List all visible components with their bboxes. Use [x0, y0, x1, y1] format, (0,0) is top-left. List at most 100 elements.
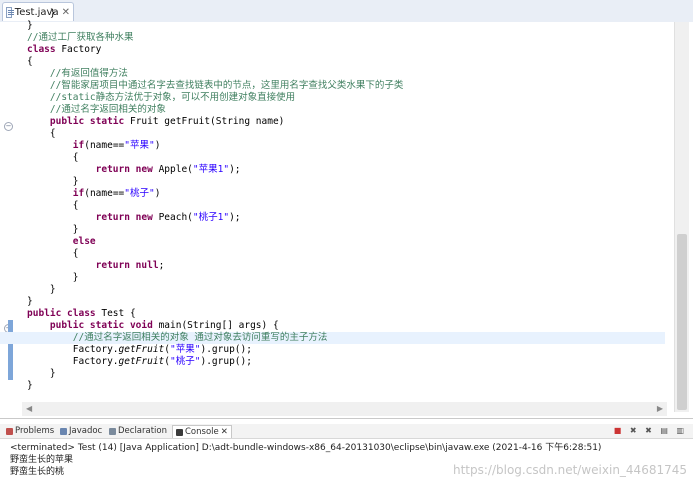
tab-declaration[interactable]: Declaration [109, 425, 167, 437]
keyword-token: return null [95, 260, 159, 271]
code-line[interactable]: else [27, 236, 665, 248]
code-token: Fruit getFruit(String name) [124, 116, 285, 127]
code-line[interactable]: //通过名字返回相关的对象 [27, 104, 665, 116]
change-marker-bar [8, 320, 13, 380]
code-line[interactable]: } [27, 20, 665, 32]
code-token: Factory. [27, 356, 119, 367]
tab-label: Declaration [118, 426, 168, 436]
code-line[interactable]: return null; [27, 260, 665, 272]
code-token: } [27, 176, 79, 187]
code-line[interactable]: if(name=="苹果") [27, 140, 665, 152]
code-line[interactable]: } [27, 272, 665, 284]
terminate-icon[interactable]: ■ [614, 426, 625, 435]
console-toolbar: ■ ✖ ✖ ▤ ▥ [614, 426, 687, 435]
string-token: "苹果" [170, 344, 201, 355]
code-line[interactable]: { [27, 56, 665, 68]
code-line[interactable]: { [27, 128, 665, 140]
code-line[interactable]: //通过工厂获取各种水果 [27, 32, 665, 44]
code-line[interactable]: public class Test { [27, 308, 665, 320]
declaration-icon [109, 427, 116, 435]
code-token: } [27, 284, 56, 295]
code-token: main(String[] args) { [152, 320, 279, 331]
code-token: } [27, 296, 33, 307]
watermark: https://blog.csdn.net/weixin_44681745 [452, 463, 687, 477]
code-token: { [27, 152, 79, 163]
tab-problems[interactable]: Problems [6, 425, 54, 437]
code-token: ); [229, 212, 241, 223]
code-line[interactable]: } [27, 380, 665, 392]
vertical-scrollbar[interactable] [674, 22, 689, 412]
code-line[interactable]: Factory.getFruit("苹果").grup(); [27, 344, 665, 356]
scroll-lock-icon[interactable]: ▥ [676, 426, 687, 435]
close-icon[interactable]: ✕ [221, 426, 228, 438]
code-line[interactable]: public static Fruit getFruit(String name… [27, 116, 665, 128]
code-text[interactable]: }}//通过工厂获取各种水果 class Factory{ //有返回值得方法 /… [0, 8, 665, 392]
keyword-token: class [27, 44, 56, 55]
code-token: Factory [55, 44, 102, 55]
code-line[interactable]: } [27, 368, 665, 380]
code-token: { [27, 248, 79, 259]
string-token: "苹果1" [192, 164, 230, 175]
code-token: ).grup(); [200, 344, 252, 355]
scroll-right-icon[interactable]: ▶ [657, 404, 663, 413]
scroll-left-icon[interactable]: ◀ [26, 404, 32, 413]
remove-launch-icon[interactable]: ✖ [630, 426, 640, 435]
code-line[interactable]: if(name=="桃子") [27, 188, 665, 200]
code-line[interactable]: } [27, 8, 665, 20]
code-line[interactable]: return new Peach("桃子1"); [27, 212, 665, 224]
code-token: } [27, 8, 56, 19]
code-line[interactable]: //智能家居项目中通过名字去查找链表中的节点，这里用名字查找父类水果下的子类 [27, 80, 665, 92]
vertical-scrollbar-thumb[interactable] [677, 234, 687, 410]
comment-token: //通过名字返回相关的对象 通过对象去访问重写的主子方法 [72, 332, 328, 343]
clear-console-icon[interactable]: ▤ [660, 426, 671, 435]
code-token: Test { [95, 308, 136, 319]
code-line[interactable]: Factory.getFruit("桃子").grup(); [27, 356, 665, 368]
code-line[interactable]: //static静态方法优于对象，可以不用创建对象直接使用 [27, 92, 665, 104]
code-line[interactable]: return new Apple("苹果1"); [27, 164, 665, 176]
code-token: getFruit [118, 344, 165, 355]
problems-icon [6, 427, 13, 435]
code-line[interactable]: { [27, 200, 665, 212]
code-editor[interactable]: − − }}//通过工厂获取各种水果class Factory{ //有返回值得… [0, 8, 693, 419]
code-token: } [27, 20, 33, 31]
code-line[interactable]: } [27, 284, 665, 296]
remove-all-icon[interactable]: ✖ [645, 426, 655, 435]
tab-label: Javadoc [69, 426, 103, 436]
code-line[interactable]: { [27, 152, 665, 164]
tab-console[interactable]: Console ✕ [172, 425, 232, 438]
console-header: <terminated> Test (14) [Java Application… [10, 443, 602, 453]
code-token: Peach( [152, 212, 193, 223]
code-line[interactable]: class Factory [27, 44, 665, 56]
code-line[interactable]: } [27, 296, 665, 308]
javadoc-icon [60, 427, 67, 435]
code-line[interactable]: } [27, 224, 665, 236]
string-token: "桃子" [124, 188, 155, 199]
comment-token: //通过名字返回相关的对象 [49, 104, 166, 115]
tab-label: Console [185, 427, 219, 437]
horizontal-scrollbar[interactable]: ◀ ▶ [22, 402, 667, 416]
code-token: ).grup(); [200, 356, 252, 367]
code-token: } [27, 272, 79, 283]
string-token: "桃子" [170, 356, 201, 367]
keyword-token: if [72, 188, 85, 199]
code-line[interactable]: //通过名字返回相关的对象 通过对象去访问重写的主子方法 [0, 332, 665, 344]
editor-gutter: − − [0, 22, 17, 418]
tab-label: Problems [15, 426, 55, 436]
keyword-token: public static [49, 116, 125, 127]
code-line[interactable]: { [27, 248, 665, 260]
code-line[interactable]: public static void main(String[] args) { [27, 320, 665, 332]
fold-toggle-icon[interactable]: − [4, 122, 13, 131]
code-token: (name== [84, 188, 125, 199]
code-line[interactable]: //有返回值得方法 [27, 68, 665, 80]
code-line[interactable]: } [27, 176, 665, 188]
code-token: getFruit [118, 356, 165, 367]
tab-javadoc[interactable]: Javadoc [60, 425, 102, 437]
